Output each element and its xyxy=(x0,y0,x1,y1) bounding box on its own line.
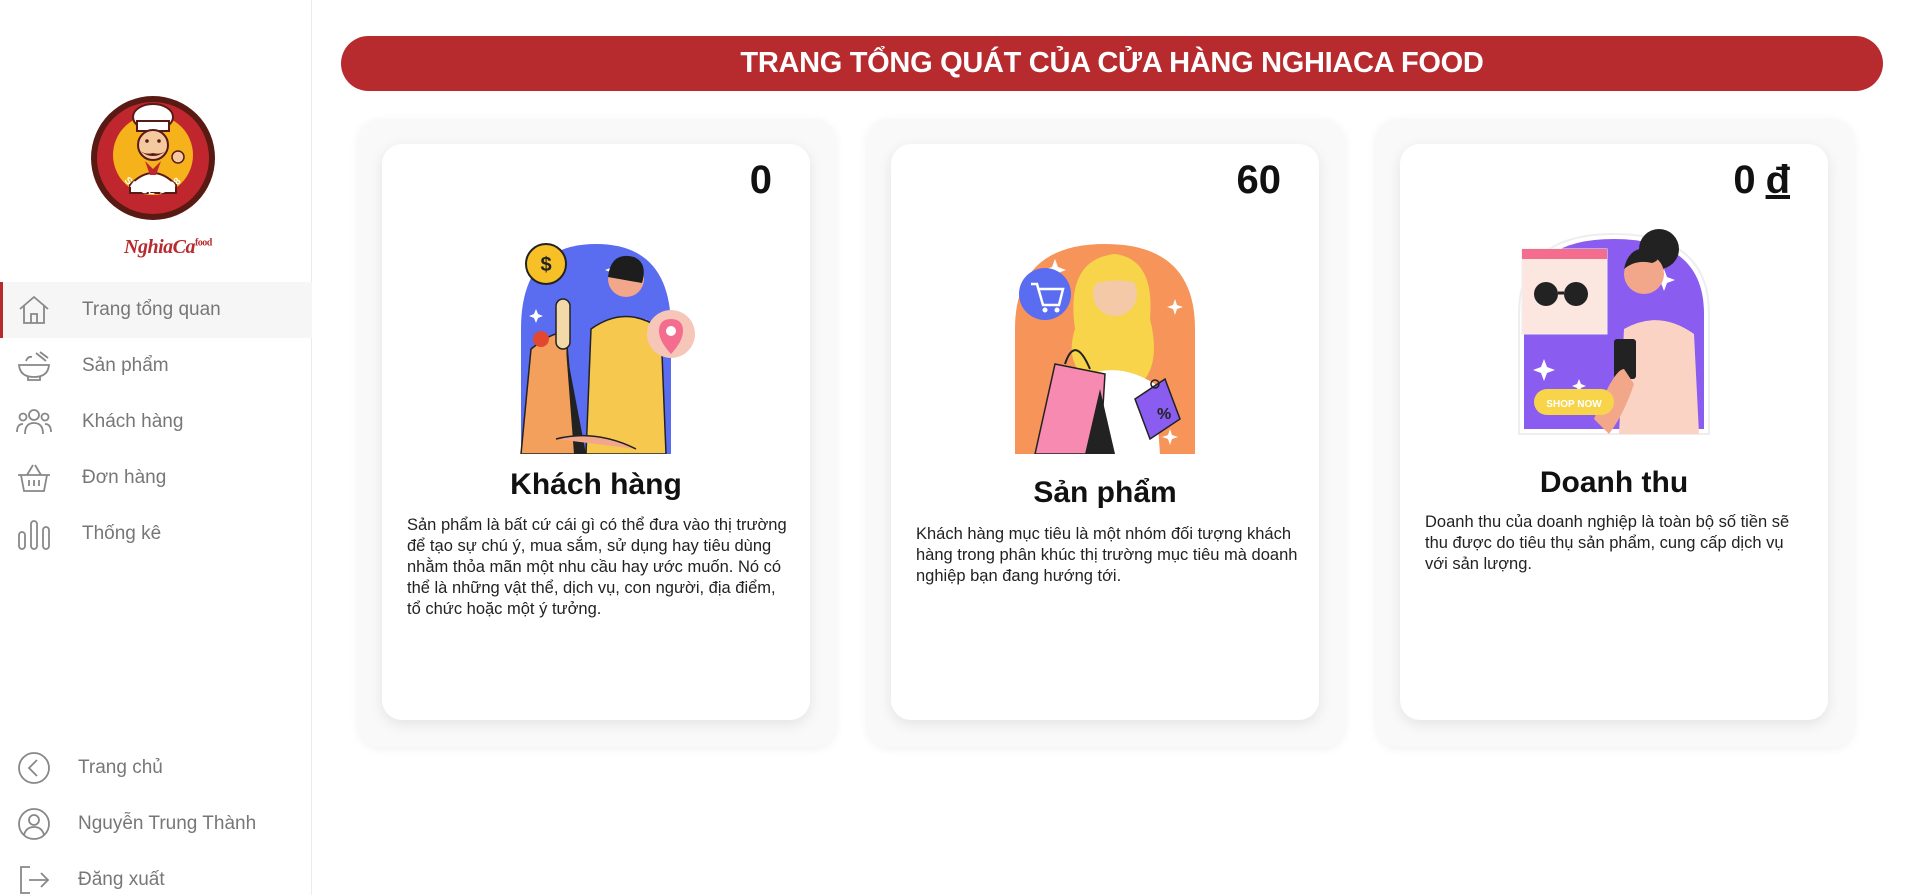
card-inner: 60 % Sản phẩm Khách hàng mục tiêu là một… xyxy=(891,144,1319,720)
card-description: Sản phẩm là bất cứ cái gì có thể đưa vào… xyxy=(407,516,787,618)
page-title: TRANG TỔNG QUÁT CỦA CỬA HÀNG NGHIACA FOO… xyxy=(341,36,1883,91)
card-description: Khách hàng mục tiêu là một nhóm đối tượn… xyxy=(916,525,1298,585)
sidebar-item-home[interactable]: Trang chủ xyxy=(0,740,312,796)
sidebar-item-statistics[interactable]: Thống kê xyxy=(0,506,312,562)
shopper-with-bag-illustration: $ xyxy=(496,239,696,455)
brand-name: NghiaCafood xyxy=(124,236,212,259)
sidebar-item-overview[interactable]: Trang tổng quan xyxy=(0,282,312,338)
card-value: 0 xyxy=(749,158,772,202)
online-shop-phone-illustration: SHOP NOW xyxy=(1514,219,1714,435)
svg-text:$: $ xyxy=(540,254,551,276)
sidebar-item-label: Trang tổng quan xyxy=(82,299,221,320)
sidebar-item-logout[interactable]: Đăng xuất xyxy=(0,852,312,895)
home-icon xyxy=(19,295,49,324)
sidebar-item-label: Đơn hàng xyxy=(82,467,167,488)
sidebar-bottom-nav: Trang chủ Nguyễn Trung Thành Đăng xuất xyxy=(0,740,312,895)
sidebar: SINCE 1998 NghiaCafood Trang tổng quan S… xyxy=(0,0,312,895)
brand-name-text: NghiaCa xyxy=(124,236,195,258)
user-circle-icon xyxy=(18,808,50,840)
svg-text:%: % xyxy=(1157,406,1171,423)
sidebar-nav: Trang tổng quan Sản phẩm Khách hàng Đơn … xyxy=(0,282,312,562)
sidebar-item-label: Sản phẩm xyxy=(82,355,169,376)
app-root: SINCE 1998 NghiaCafood Trang tổng quan S… xyxy=(0,0,1907,895)
woman-shopping-bags-illustration: % xyxy=(1005,239,1205,455)
bowl-icon xyxy=(18,351,50,381)
users-icon xyxy=(16,409,52,435)
currency-symbol: đ xyxy=(1765,158,1790,202)
sidebar-item-label: Thống kê xyxy=(82,523,162,544)
card-customers: 0 $ Khách hàng Sản phẩm là bất cứ cái gì… xyxy=(358,119,836,747)
card-revenue: 0đ SHOP NOW Doanh thu Doanh thu của doan… xyxy=(1376,119,1854,747)
card-value-number: 0 xyxy=(1733,158,1756,202)
card-value: 60 xyxy=(1236,158,1282,202)
brand-suffix: food xyxy=(194,237,212,249)
sidebar-item-label: Khách hàng xyxy=(82,411,184,432)
card-inner: 0đ SHOP NOW Doanh thu Doanh thu của doan… xyxy=(1400,144,1828,720)
sidebar-item-label: Nguyễn Trung Thành xyxy=(78,813,257,834)
sidebar-item-label: Đăng xuất xyxy=(78,869,165,890)
card-title: Sản phẩm xyxy=(1033,476,1177,509)
card-inner: 0 $ Khách hàng Sản phẩm là bất cứ cái gì… xyxy=(382,144,810,720)
sidebar-item-customers[interactable]: Khách hàng xyxy=(0,394,312,450)
basket-icon xyxy=(18,464,50,492)
logout-icon xyxy=(20,866,50,894)
bar-chart-icon xyxy=(18,520,50,550)
sidebar-item-products[interactable]: Sản phẩm xyxy=(0,338,312,394)
card-title: Khách hàng xyxy=(510,468,682,501)
card-value: 0đ xyxy=(1733,158,1790,203)
card-title: Doanh thu xyxy=(1539,466,1689,499)
shop-now-label: SHOP NOW xyxy=(1546,399,1602,410)
card-products: 60 % Sản phẩm Khách hàng mục tiêu là một… xyxy=(867,119,1345,747)
card-description: Doanh thu của doanh nghiệp là toàn bộ số… xyxy=(1425,513,1790,573)
brand-logo[interactable]: SINCE 1998 xyxy=(90,95,216,221)
sidebar-item-label: Trang chủ xyxy=(78,757,163,778)
chevron-left-circle-icon xyxy=(18,752,50,784)
sidebar-item-profile[interactable]: Nguyễn Trung Thành xyxy=(0,796,312,852)
sidebar-item-orders[interactable]: Đơn hàng xyxy=(0,450,312,506)
